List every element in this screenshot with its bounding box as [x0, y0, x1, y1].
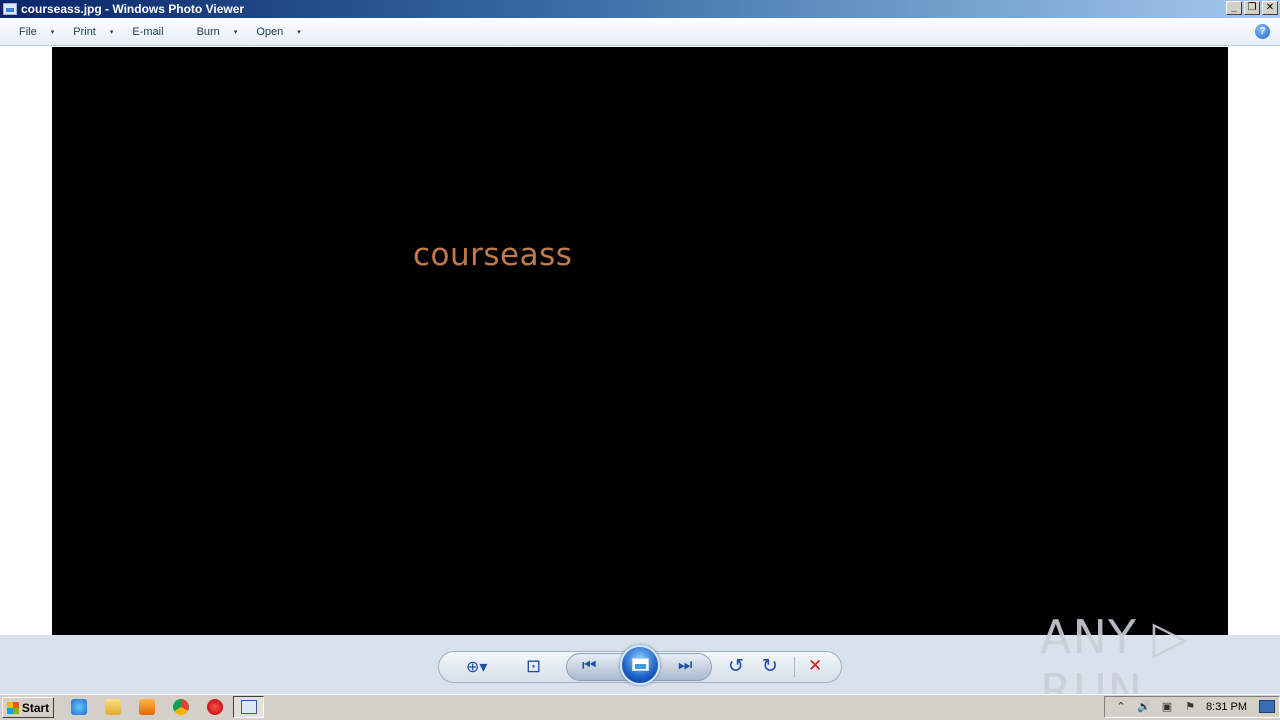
image-viewport[interactable]: courseass	[0, 47, 1280, 635]
start-button[interactable]: Start	[2, 697, 54, 718]
start-label: Start	[21, 700, 50, 715]
network-icon[interactable]: ▣	[1160, 700, 1174, 714]
previous-icon[interactable]: ⏮	[582, 657, 596, 675]
system-tray: ⌃ 🔊 ▣ ⚑ 8:31 PM	[1104, 696, 1280, 718]
taskbar-photo-viewer[interactable]	[233, 696, 264, 718]
restore-button[interactable]: ❐	[1244, 1, 1260, 15]
menu-email[interactable]: E-mail	[113, 18, 177, 45]
volume-icon[interactable]: 🔊	[1137, 700, 1151, 714]
rotate-counterclockwise-icon[interactable]: ↺	[728, 655, 744, 678]
menu-open-label: Open	[256, 25, 284, 38]
title-bar: courseass.jpg - Windows Photo Viewer _ ❐…	[0, 0, 1280, 18]
window-controls: _ ❐ ✕	[1226, 1, 1278, 15]
menu-file-label: File	[19, 25, 37, 38]
window-title: courseass.jpg - Windows Photo Viewer	[21, 2, 245, 16]
photo-caption-text: courseass	[413, 237, 573, 273]
internet-explorer-icon[interactable]	[71, 699, 87, 715]
displayed-photo: courseass	[52, 47, 1228, 635]
file-explorer-icon[interactable]	[105, 699, 121, 715]
menu-print[interactable]: Print ▾	[54, 18, 113, 45]
rotate-clockwise-icon[interactable]: ↻	[762, 655, 778, 678]
menu-email-label: E-mail	[132, 25, 164, 38]
minimize-button[interactable]: _	[1226, 1, 1242, 15]
controls-divider	[794, 657, 795, 677]
opera-icon[interactable]	[207, 699, 223, 715]
photo-viewer-app-icon[interactable]	[3, 3, 17, 15]
show-hidden-icons-icon[interactable]: ⌃	[1114, 700, 1128, 714]
next-icon[interactable]: ⏭	[678, 657, 692, 675]
action-center-flag-icon[interactable]: ⚑	[1183, 700, 1197, 714]
media-player-icon[interactable]	[139, 699, 155, 715]
help-icon[interactable]: ?	[1255, 24, 1270, 39]
zoom-icon[interactable]: ⊕▾	[466, 657, 487, 677]
windows-logo-icon	[6, 701, 19, 714]
menu-bar: File ▾ Print ▾ E-mail Burn ▾ Open ▾ ?	[0, 18, 1280, 46]
menu-burn-label: Burn	[196, 25, 220, 38]
slideshow-button[interactable]	[620, 645, 660, 685]
close-button[interactable]: ✕	[1262, 1, 1278, 15]
chevron-down-icon: ▾	[297, 28, 301, 36]
actual-size-icon[interactable]: ⊡	[526, 656, 541, 677]
delete-icon[interactable]: ✕	[808, 656, 822, 676]
menu-file[interactable]: File ▾	[0, 18, 54, 45]
menu-burn[interactable]: Burn ▾	[178, 18, 238, 45]
chrome-icon[interactable]	[173, 699, 189, 715]
menu-open[interactable]: Open ▾	[237, 18, 300, 45]
photo-viewer-icon	[241, 700, 257, 714]
clock[interactable]: 8:31 PM	[1206, 701, 1247, 713]
slideshow-icon	[632, 658, 649, 671]
menu-print-label: Print	[73, 25, 96, 38]
show-desktop-icon[interactable]	[1259, 700, 1275, 713]
taskbar: Start	[0, 694, 1280, 720]
